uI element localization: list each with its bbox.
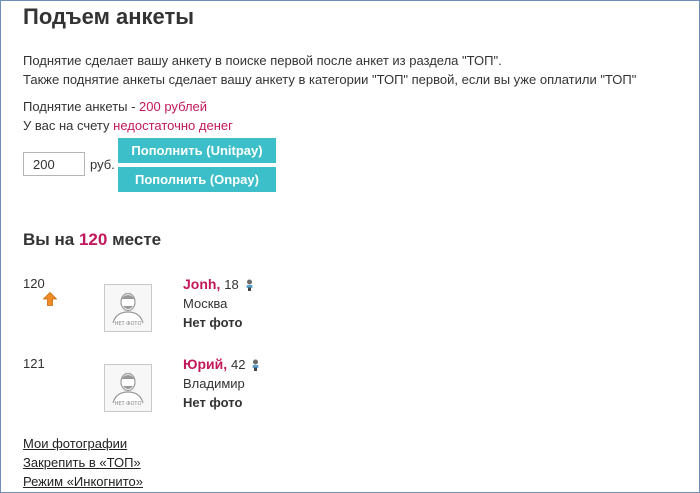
- entry-age: 42: [230, 357, 246, 372]
- description-line-1: Поднятие сделает вашу анкету в поиске пе…: [23, 53, 502, 68]
- pin-top-link[interactable]: Закрепить в «ТОП»: [23, 455, 141, 470]
- entry-name-line: Jonh, 18: [183, 276, 254, 292]
- topup-amount-input[interactable]: [23, 152, 85, 176]
- entry-name-line: Юрий, 42: [183, 356, 260, 372]
- rank-position: 120: [78, 230, 108, 249]
- rank-heading: Вы на 120 месте: [23, 230, 161, 250]
- description-line-2: Также поднятие анкеты сделает вашу анкет…: [23, 72, 637, 87]
- price-label: Поднятие анкеты -: [23, 99, 140, 114]
- topup-onpay-button[interactable]: Пополнить (Onpay): [118, 167, 276, 192]
- price-info: Поднятие анкеты - 200 рублей: [23, 97, 207, 116]
- topup-unitpay-button[interactable]: Пополнить (Unitpay): [118, 138, 276, 163]
- photo-caption: НЕТ ФОТО: [114, 321, 142, 327]
- entry-photo-status: Нет фото: [183, 395, 243, 410]
- description: Поднятие сделает вашу анкету в поиске пе…: [23, 51, 636, 89]
- incognito-mode-link[interactable]: Режим «Инкогнито»: [23, 474, 143, 489]
- price-value: 200 рублей: [139, 99, 208, 114]
- no-photo-avatar-icon[interactable]: НЕТ ФОТО: [104, 284, 152, 332]
- no-photo-avatar-icon[interactable]: НЕТ ФОТО: [104, 364, 152, 412]
- balance-status: недостаточно денег: [113, 118, 233, 133]
- photo-caption: НЕТ ФОТО: [114, 401, 142, 407]
- rank-suffix: месте: [107, 230, 162, 249]
- rank-prefix: Вы на: [23, 230, 79, 249]
- male-icon: [252, 359, 259, 371]
- entry-age: 18: [224, 277, 239, 292]
- arrow-up-icon[interactable]: [43, 292, 57, 306]
- entry-city: Владимир: [183, 376, 245, 391]
- entry-photo-status: Нет фото: [183, 315, 243, 330]
- entry-city: Москва: [183, 296, 228, 311]
- balance-label: У вас на счету: [23, 118, 114, 133]
- entry-rank: 121: [23, 356, 45, 371]
- entry-rank: 120: [23, 276, 45, 291]
- entry-name-link[interactable]: Jonh,: [183, 276, 220, 292]
- currency-label: руб.: [90, 157, 115, 172]
- balance-info: У вас на счету недостаточно денег: [23, 116, 233, 135]
- entry-name-link[interactable]: Юрий,: [183, 356, 227, 372]
- male-icon: [246, 279, 253, 291]
- my-photos-link[interactable]: Мои фотографии: [23, 436, 127, 451]
- page-title: Подъем анкеты: [23, 4, 195, 29]
